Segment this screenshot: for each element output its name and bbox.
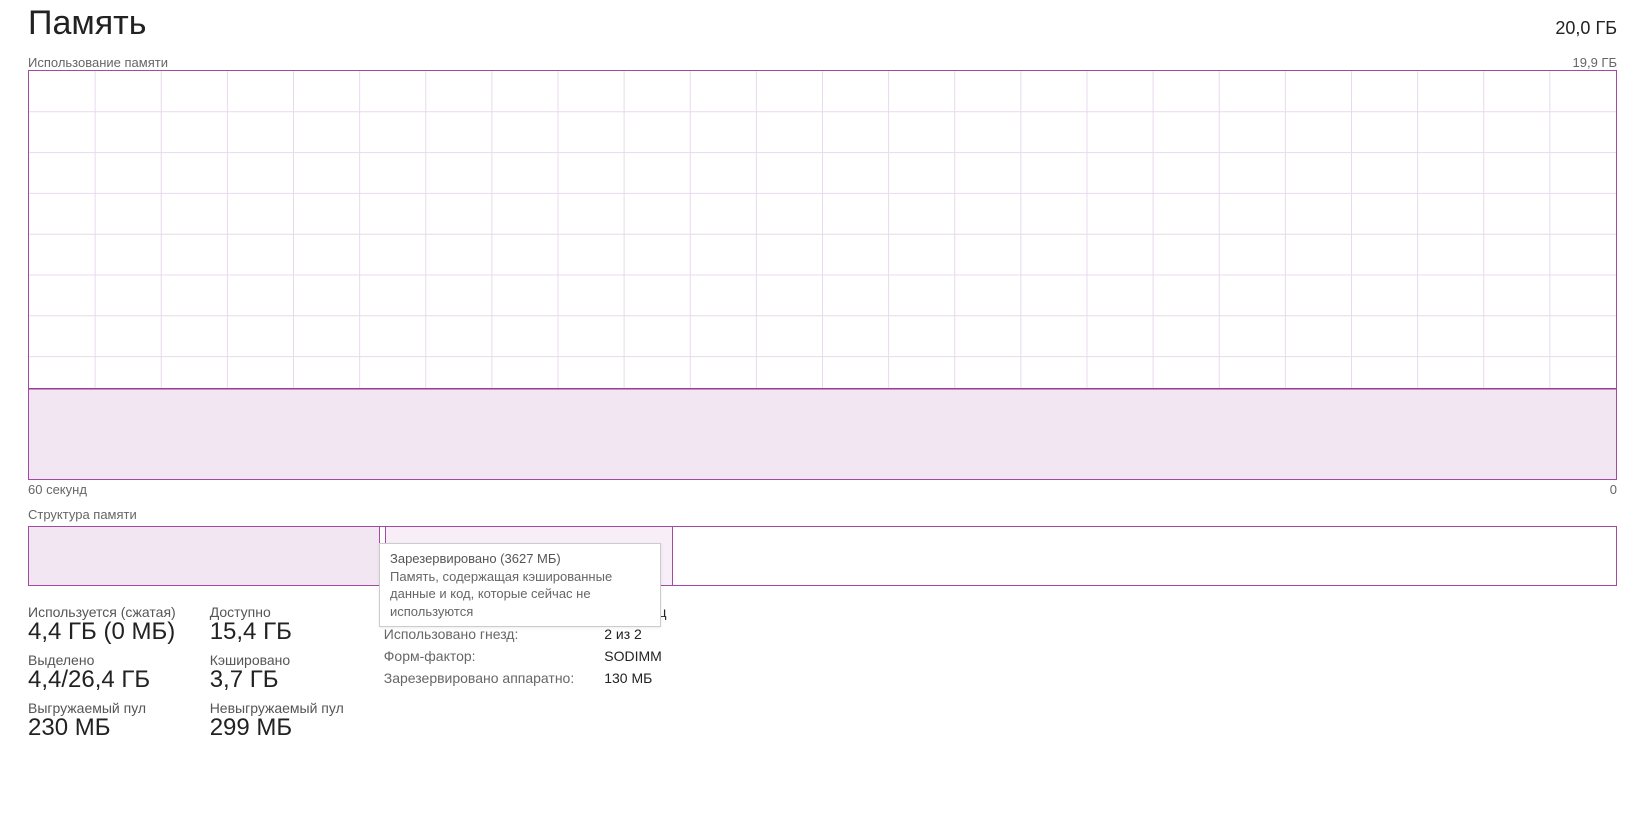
memory-usage-chart	[28, 70, 1617, 480]
spec-hw-reserved-label: Зарезервировано аппаратно:	[384, 670, 574, 686]
usage-chart-label: Использование памяти	[28, 55, 168, 70]
committed-value: 4,4/26,4 ГБ	[28, 666, 176, 694]
in-use-value: 4,4 ГБ (0 МБ)	[28, 618, 176, 646]
spec-form-value: SODIMM	[604, 648, 666, 664]
memory-total: 20,0 ГБ	[1555, 18, 1617, 39]
page-title: Память	[28, 4, 146, 43]
spec-slots-label: Использовано гнезд:	[384, 626, 574, 642]
spec-hw-reserved-value: 130 МБ	[604, 670, 666, 686]
usage-chart-ymax: 19,9 ГБ	[1573, 55, 1617, 70]
axis-left-label: 60 секунд	[28, 482, 87, 497]
composition-label: Структура памяти	[28, 507, 1617, 522]
composition-in-use[interactable]	[29, 527, 380, 585]
available-value: 15,4 ГБ	[210, 618, 344, 646]
spec-slots-value: 2 из 2	[604, 626, 666, 642]
memory-stats: Используется (сжатая) 4,4 ГБ (0 МБ) Дост…	[28, 604, 344, 742]
paged-pool-value: 230 МБ	[28, 714, 176, 742]
tooltip-body: Память, содержащая кэшированные данные и…	[390, 568, 650, 621]
tooltip-title: Зарезервировано (3627 МБ)	[390, 550, 650, 568]
cached-value: 3,7 ГБ	[210, 666, 344, 694]
nonpaged-pool-value: 299 МБ	[210, 714, 344, 742]
composition-tooltip: Зарезервировано (3627 МБ) Память, содерж…	[379, 543, 661, 627]
spec-form-label: Форм-фактор:	[384, 648, 574, 664]
axis-right-label: 0	[1610, 482, 1617, 497]
memory-composition-bar: Зарезервировано (3627 МБ) Память, содерж…	[28, 526, 1617, 586]
composition-free[interactable]	[673, 527, 1616, 585]
